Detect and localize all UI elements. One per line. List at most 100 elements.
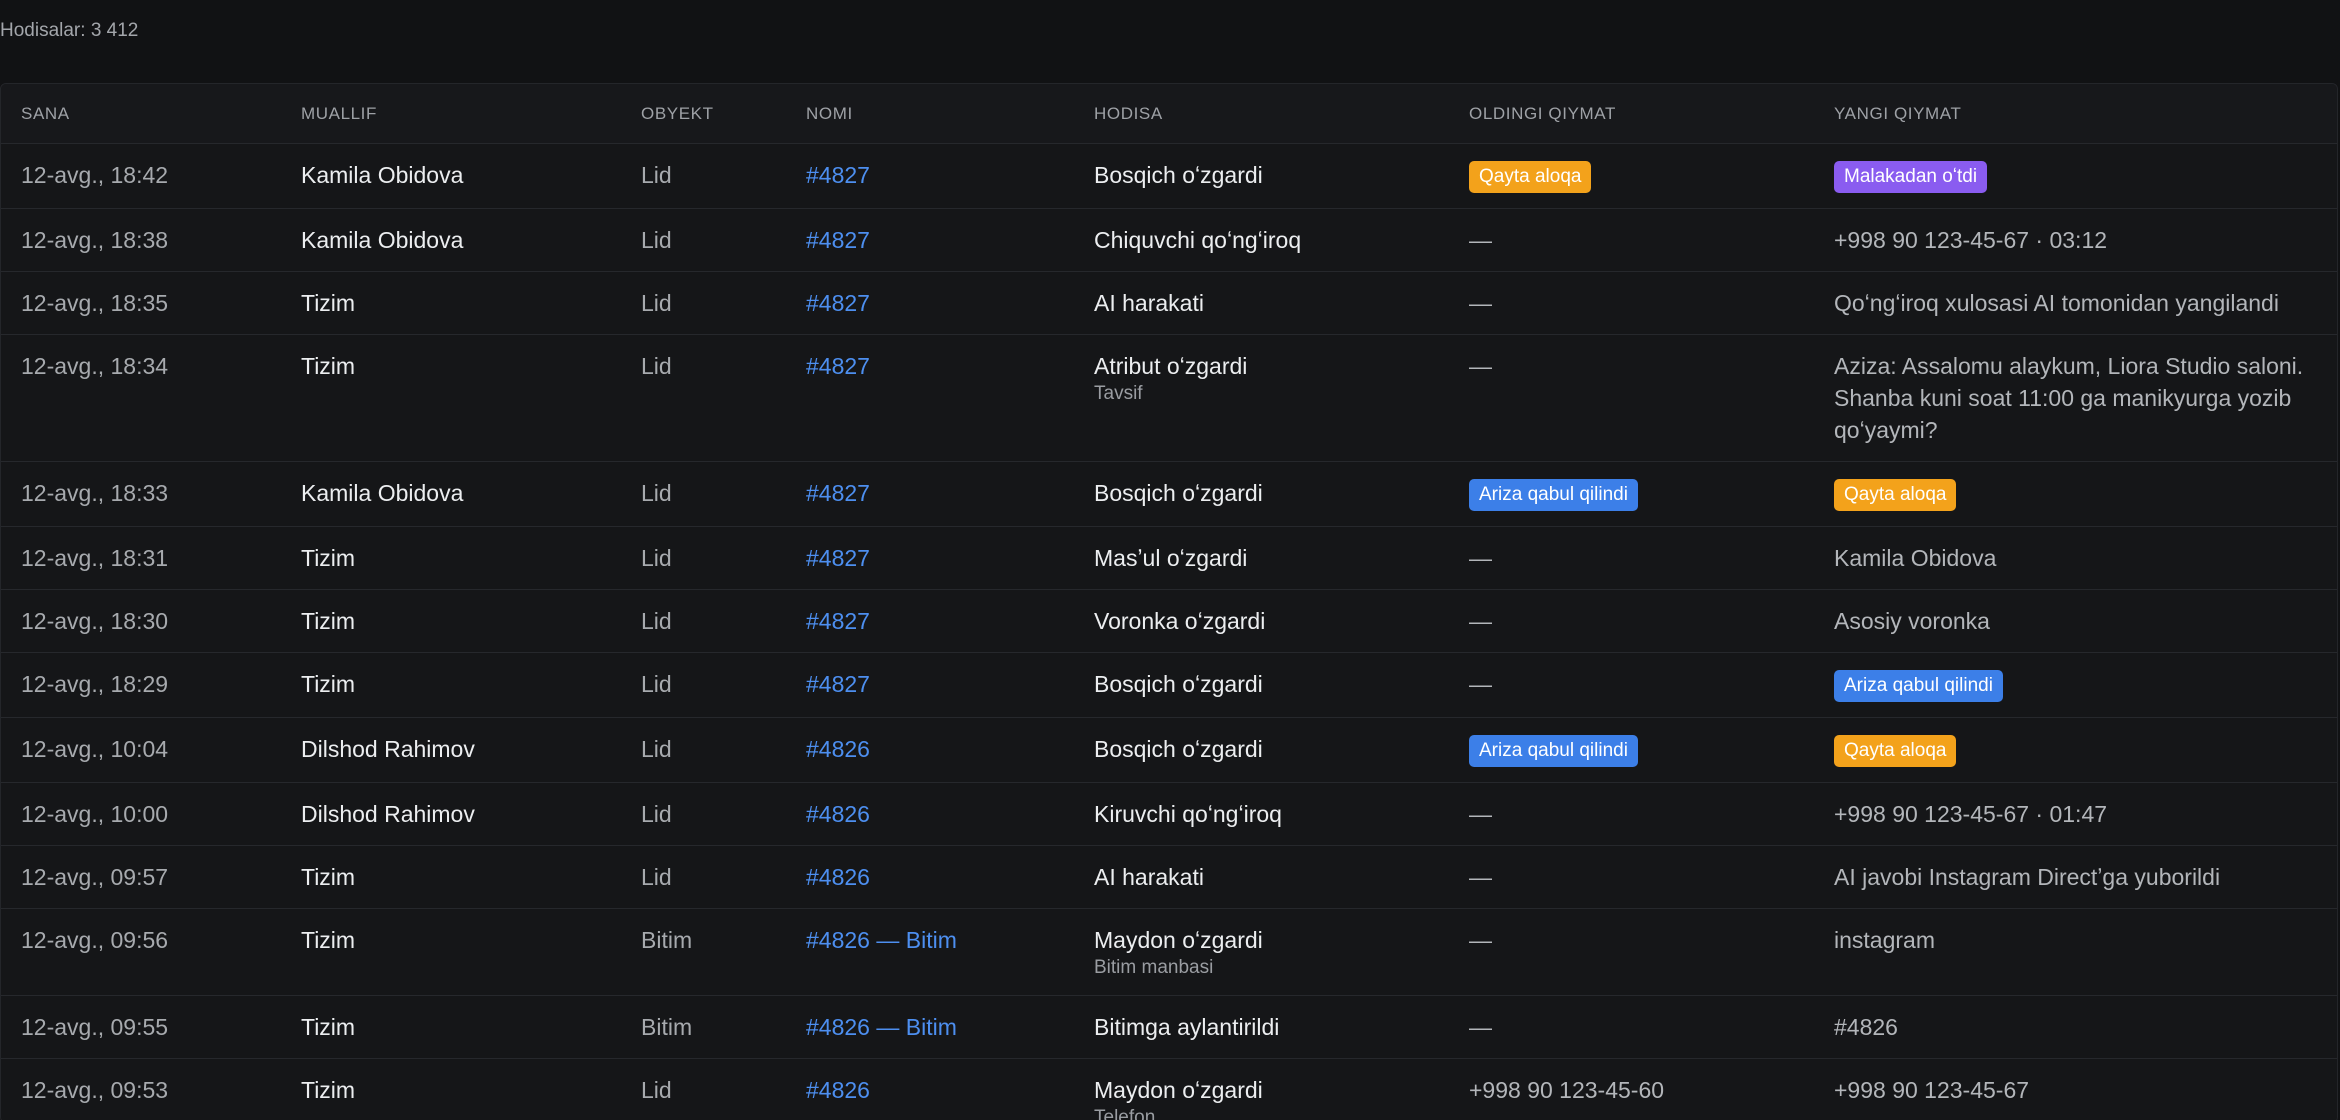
cell-old_value: Ariza qabul qilindi <box>1449 717 1814 783</box>
record-link[interactable]: #4827 <box>806 290 870 316</box>
event-title: Bitimga aylantirildi <box>1094 1013 1280 1040</box>
table-row[interactable]: 12-avg., 18:42 Kamila Obidova Lid #4827 Bosq… <box>1 143 2337 209</box>
cell-new_value: instagram <box>1814 908 2337 996</box>
cell-event: Masʼul oʻzgardi <box>1074 526 1449 590</box>
cell-author: Tizim <box>281 845 621 909</box>
table-row[interactable]: 12-avg., 09:56 Tizim Bitim #4826 — Bitim May… <box>1 908 2337 996</box>
record-link[interactable]: #4827 <box>806 162 870 188</box>
value-text: Asosiy voronka <box>1834 607 1990 634</box>
record-link[interactable]: #4826 — Bitim <box>806 1014 957 1040</box>
events-table: SANA MUALLIF OBYEKT NOMI HODISA OLDINGI … <box>1 84 2337 1120</box>
cell-new_value: Qayta aloqa <box>1814 717 2337 783</box>
table-row[interactable]: 12-avg., 18:31 Tizim Lid #4827 Masʼul oʻzgar… <box>1 526 2337 590</box>
cell-new_value: Ariza qabul qilindi <box>1814 652 2337 718</box>
cell-new_value: +998 90 123-45-67 · 01:47 <box>1814 782 2337 846</box>
column-header-object[interactable]: OBYEKT <box>621 84 786 144</box>
column-header-old-value[interactable]: OLDINGI QIYMAT <box>1449 84 1814 144</box>
table-row[interactable]: 12-avg., 10:00 Dilshod Rahimov Lid #4826 Kir… <box>1 782 2337 846</box>
record-link[interactable]: #4826 <box>806 801 870 827</box>
cell-new_value: Qoʻngʻiroq xulosasi AI tomonidan yangila… <box>1814 271 2337 335</box>
empty-value: — <box>1469 670 1492 697</box>
cell-date: 12-avg., 10:00 <box>1 782 281 846</box>
cell-author: Tizim <box>281 334 621 462</box>
cell-object: Lid <box>621 334 786 462</box>
cell-author: Tizim <box>281 908 621 996</box>
column-header-event[interactable]: HODISA <box>1074 84 1449 144</box>
table-row[interactable]: 12-avg., 18:34 Tizim Lid #4827 Atribut oʻzga… <box>1 334 2337 462</box>
value-text: +998 90 123-45-67 <box>1834 1076 2030 1103</box>
empty-value: — <box>1469 607 1492 634</box>
cell-object: Lid <box>621 717 786 783</box>
cell-author: Dilshod Rahimov <box>281 782 621 846</box>
column-header-new-value[interactable]: YANGI QIYMAT <box>1814 84 2337 144</box>
column-header-author[interactable]: MUALLIF <box>281 84 621 144</box>
cell-object: Bitim <box>621 995 786 1059</box>
record-link[interactable]: #4826 <box>806 1077 870 1103</box>
stage-badge: Qayta aloqa <box>1834 734 1957 767</box>
record-link[interactable]: #4826 — Bitim <box>806 927 957 953</box>
stage-badge: Qayta aloqa <box>1469 160 1592 193</box>
cell-event: Maydon oʻzgardi Bitim manbasi <box>1074 908 1449 996</box>
record-link[interactable]: #4827 <box>806 671 870 697</box>
cell-date: 12-avg., 09:57 <box>1 845 281 909</box>
cell-name: #4826 — Bitim <box>786 908 1074 996</box>
cell-date: 12-avg., 10:04 <box>1 717 281 783</box>
table-row[interactable]: 12-avg., 09:57 Tizim Lid #4826 AI harakati — A… <box>1 845 2337 909</box>
value-text: +998 90 123-45-67 · 03:12 <box>1834 226 2108 253</box>
cell-new_value: Qayta aloqa <box>1814 461 2337 527</box>
table-body: 12-avg., 18:42 Kamila Obidova Lid #4827 Bosq… <box>1 143 2337 1120</box>
cell-date: 12-avg., 18:42 <box>1 143 281 209</box>
cell-old_value: — <box>1449 652 1814 718</box>
table-row[interactable]: 12-avg., 09:55 Tizim Bitim #4826 — Bitim Bit… <box>1 995 2337 1059</box>
cell-date: 12-avg., 18:34 <box>1 334 281 462</box>
cell-date: 12-avg., 18:35 <box>1 271 281 335</box>
event-title: Bosqich oʻzgardi <box>1094 479 1263 506</box>
table-row[interactable]: 12-avg., 18:33 Kamila Obidova Lid #4827 Bosq… <box>1 461 2337 527</box>
table-row[interactable]: 12-avg., 10:04 Dilshod Rahimov Lid #4826 Bos… <box>1 717 2337 783</box>
record-link[interactable]: #4827 <box>806 480 870 506</box>
empty-value: — <box>1469 352 1492 379</box>
cell-name: #4827 <box>786 589 1074 653</box>
record-link[interactable]: #4827 <box>806 353 870 379</box>
cell-event: AI harakati <box>1074 271 1449 335</box>
table-row[interactable]: 12-avg., 18:29 Tizim Lid #4827 Bosqich oʻzga… <box>1 652 2337 718</box>
record-link[interactable]: #4827 <box>806 608 870 634</box>
cell-date: 12-avg., 18:29 <box>1 652 281 718</box>
table-row[interactable]: 12-avg., 09:53 Tizim Lid #4826 Maydon oʻzgar… <box>1 1058 2337 1120</box>
cell-author: Tizim <box>281 589 621 653</box>
value-text: Qoʻngʻiroq xulosasi AI tomonidan yangila… <box>1834 289 2279 316</box>
cell-name: #4827 <box>786 652 1074 718</box>
cell-object: Lid <box>621 271 786 335</box>
cell-object: Lid <box>621 526 786 590</box>
cell-object: Lid <box>621 652 786 718</box>
column-header-date[interactable]: SANA <box>1 84 281 144</box>
event-title: Voronka oʻzgardi <box>1094 607 1266 634</box>
stage-badge: Ariza qabul qilindi <box>1834 669 2003 702</box>
event-log-page: Hodisalar: 3 412 SANA MUALLIF OBYEKT NOM… <box>0 0 2340 1120</box>
cell-old_value: +998 90 123-45-60 <box>1449 1058 1814 1120</box>
cell-author: Tizim <box>281 995 621 1059</box>
cell-event: Kiruvchi qoʻngʻiroq <box>1074 782 1449 846</box>
column-header-name[interactable]: NOMI <box>786 84 1074 144</box>
event-title: AI harakati <box>1094 863 1204 890</box>
record-link[interactable]: #4827 <box>806 227 870 253</box>
cell-object: Lid <box>621 143 786 209</box>
record-link[interactable]: #4826 <box>806 864 870 890</box>
event-title: Bosqich oʻzgardi <box>1094 670 1263 697</box>
cell-event: Chiquvchi qoʻngʻiroq <box>1074 208 1449 272</box>
table-row[interactable]: 12-avg., 18:38 Kamila Obidova Lid #4827 Chiq… <box>1 208 2337 272</box>
cell-old_value: Qayta aloqa <box>1449 143 1814 209</box>
table-row[interactable]: 12-avg., 18:30 Tizim Lid #4827 Voronka oʻzga… <box>1 589 2337 653</box>
record-link[interactable]: #4826 <box>806 736 870 762</box>
cell-author: Tizim <box>281 1058 621 1120</box>
cell-author: Tizim <box>281 526 621 590</box>
cell-event: Voronka oʻzgardi <box>1074 589 1449 653</box>
cell-event: Bosqich oʻzgardi <box>1074 717 1449 783</box>
stage-badge: Ariza qabul qilindi <box>1469 734 1638 767</box>
cell-name: #4827 <box>786 143 1074 209</box>
table-row[interactable]: 12-avg., 18:35 Tizim Lid #4827 AI harakati — Q… <box>1 271 2337 335</box>
cell-name: #4827 <box>786 461 1074 527</box>
cell-event: Atribut oʻzgardi Tavsif <box>1074 334 1449 462</box>
cell-object: Lid <box>621 782 786 846</box>
record-link[interactable]: #4827 <box>806 545 870 571</box>
